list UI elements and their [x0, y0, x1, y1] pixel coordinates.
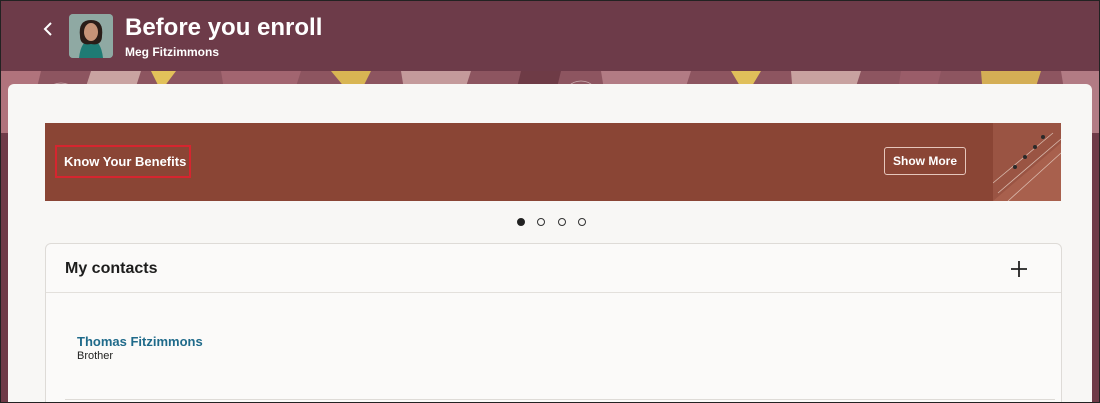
app-window: Before you enroll Meg Fitzimmons Know Yo… — [0, 0, 1100, 403]
page-title: Before you enroll — [125, 14, 323, 41]
chevron-left-icon — [43, 22, 52, 36]
carousel-dot-3[interactable] — [558, 218, 566, 226]
page-subtitle: Meg Fitzimmons — [125, 45, 220, 59]
card-title: My contacts — [65, 260, 158, 277]
benefits-banner: Know Your Benefits Show More — [45, 123, 1061, 201]
carousel-dot-1[interactable] — [517, 218, 525, 226]
plus-icon — [1011, 261, 1027, 277]
highlight-box — [55, 145, 191, 178]
carousel-dot-2[interactable] — [537, 218, 545, 226]
divider — [46, 292, 1061, 293]
banner-image — [992, 123, 1061, 201]
show-more-button[interactable]: Show More — [884, 147, 966, 175]
contact-name-link[interactable]: Thomas Fitzimmons — [77, 334, 203, 349]
back-button[interactable] — [39, 19, 59, 39]
my-contacts-card: My contacts Thomas Fitzimmons Brother — [45, 243, 1062, 402]
carousel-dot-4[interactable] — [578, 218, 586, 226]
contact-relation: Brother — [77, 350, 114, 362]
avatar — [69, 14, 113, 58]
add-contact-button[interactable] — [1008, 258, 1030, 280]
divider — [65, 399, 1055, 400]
